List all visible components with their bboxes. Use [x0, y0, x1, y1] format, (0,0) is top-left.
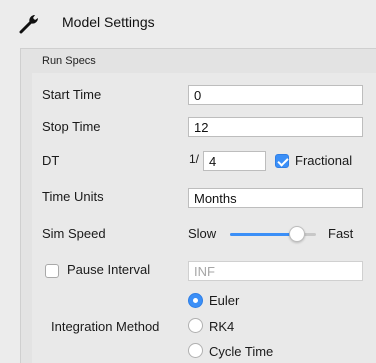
- panel-title: Run Specs: [42, 55, 96, 67]
- dt-prefix: 1/: [189, 152, 200, 166]
- slow-label: Slow: [188, 226, 217, 241]
- run-specs-body: Start Time 0 Stop Time 12 DT 1/ 4 Fracti…: [32, 73, 376, 363]
- time-units-field[interactable]: Months: [188, 188, 363, 208]
- settings-header: Model Settings: [0, 0, 376, 46]
- start-time-label: Start Time: [42, 87, 102, 102]
- euler-label: Euler: [209, 293, 240, 308]
- dt-label: DT: [42, 153, 60, 168]
- time-units-label: Time Units: [42, 189, 104, 204]
- pause-interval-label: Pause Interval: [67, 262, 151, 277]
- dt-field[interactable]: 4: [203, 151, 266, 171]
- pause-interval-field[interactable]: INF: [188, 261, 363, 281]
- start-time-field[interactable]: 0: [188, 85, 363, 105]
- integration-method-label: Integration Method: [51, 319, 160, 334]
- stop-time-label: Stop Time: [42, 119, 101, 134]
- stop-time-field[interactable]: 12: [188, 117, 363, 137]
- slider-knob[interactable]: [289, 226, 306, 242]
- page-title: Model Settings: [62, 14, 155, 30]
- sim-speed-label: Sim Speed: [42, 226, 106, 241]
- wrench-icon: [19, 15, 38, 34]
- radio-cycle-time[interactable]: [188, 343, 203, 358]
- cycle-time-label: Cycle Time: [209, 344, 274, 359]
- sim-speed-slider[interactable]: [230, 226, 316, 242]
- fast-label: Fast: [328, 226, 354, 241]
- slider-fill: [230, 233, 298, 236]
- fractional-label: Fractional: [295, 153, 353, 168]
- run-specs-panel: Run Specs Start Time 0 Stop Time 12 DT 1…: [20, 48, 376, 363]
- rk4-label: RK4: [209, 319, 235, 334]
- fractional-checkbox[interactable]: [275, 154, 289, 168]
- radio-euler[interactable]: [188, 293, 203, 308]
- pause-interval-checkbox[interactable]: [45, 264, 59, 278]
- radio-rk4[interactable]: [188, 318, 203, 333]
